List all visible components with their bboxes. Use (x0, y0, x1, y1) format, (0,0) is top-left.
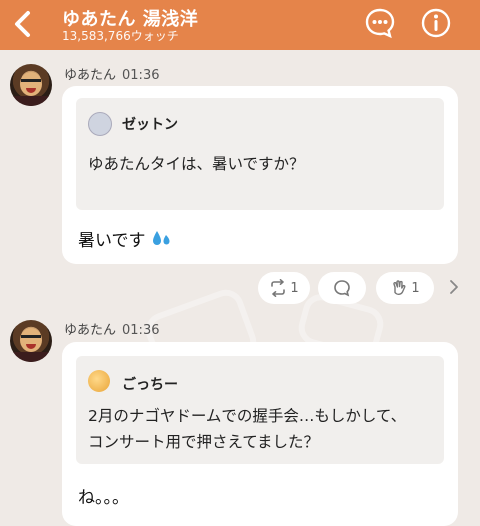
repost-button[interactable]: 1 (258, 272, 310, 304)
like-count: 1 (411, 280, 420, 296)
sender-avatar-icon (88, 370, 110, 392)
clap-hand-icon (393, 280, 406, 295)
sender-name: ごっちー (122, 377, 178, 393)
comment-icon (334, 280, 350, 297)
quoted-letter[interactable]: ごっちー 2月のナゴヤドームでの握手会…もしかして、 コンサート用で押さえてまし… (76, 356, 444, 464)
sender-name: ゼットン (122, 117, 178, 133)
author-name: ゆあたん (64, 68, 117, 83)
author-name: ゆあたん (64, 323, 117, 338)
message-time: 01:36 (122, 323, 160, 338)
watch-count: 13,583,766ウォッチ (62, 29, 179, 43)
quoted-text: ゆあたんタイは、暑いですか？ (88, 155, 305, 173)
quoted-text-line1: 2月のナゴヤドームでの握手会…もしかして、 (88, 407, 407, 425)
app-header: ゆあたん 湯浅洋 13,583,766ウォッチ (0, 0, 480, 50)
reply-text: ね。。。 (78, 488, 129, 508)
chevron-right-icon[interactable] (447, 279, 461, 295)
repost-count: 1 (290, 280, 299, 296)
comment-button[interactable] (318, 272, 366, 304)
sweat-drops-icon (152, 231, 170, 245)
chat-bubble-icon[interactable] (364, 7, 396, 39)
like-button[interactable]: 1 (376, 272, 434, 304)
quoted-text-line2: コンサート用で押さえてました？ (88, 433, 319, 451)
message-header: ゆあたん 01:36 (64, 319, 159, 338)
message-header: ゆあたん 01:36 (64, 64, 159, 83)
repost-icon (271, 279, 286, 297)
info-icon[interactable] (420, 7, 452, 39)
sender-avatar-icon (88, 112, 112, 136)
reply-text: 暑いです (78, 226, 173, 251)
message-bubble: ゼットン ゆあたんタイは、暑いですか？ 暑いです (62, 86, 458, 264)
back-arrow-icon[interactable] (6, 6, 42, 42)
message-bubble: ごっちー 2月のナゴヤドームでの握手会…もしかして、 コンサート用で押さえてまし… (62, 342, 458, 526)
message-time: 01:36 (122, 68, 160, 83)
quoted-letter[interactable]: ゼットン ゆあたんタイは、暑いですか？ (76, 98, 444, 210)
avatar[interactable] (10, 320, 52, 362)
avatar[interactable] (10, 64, 52, 106)
